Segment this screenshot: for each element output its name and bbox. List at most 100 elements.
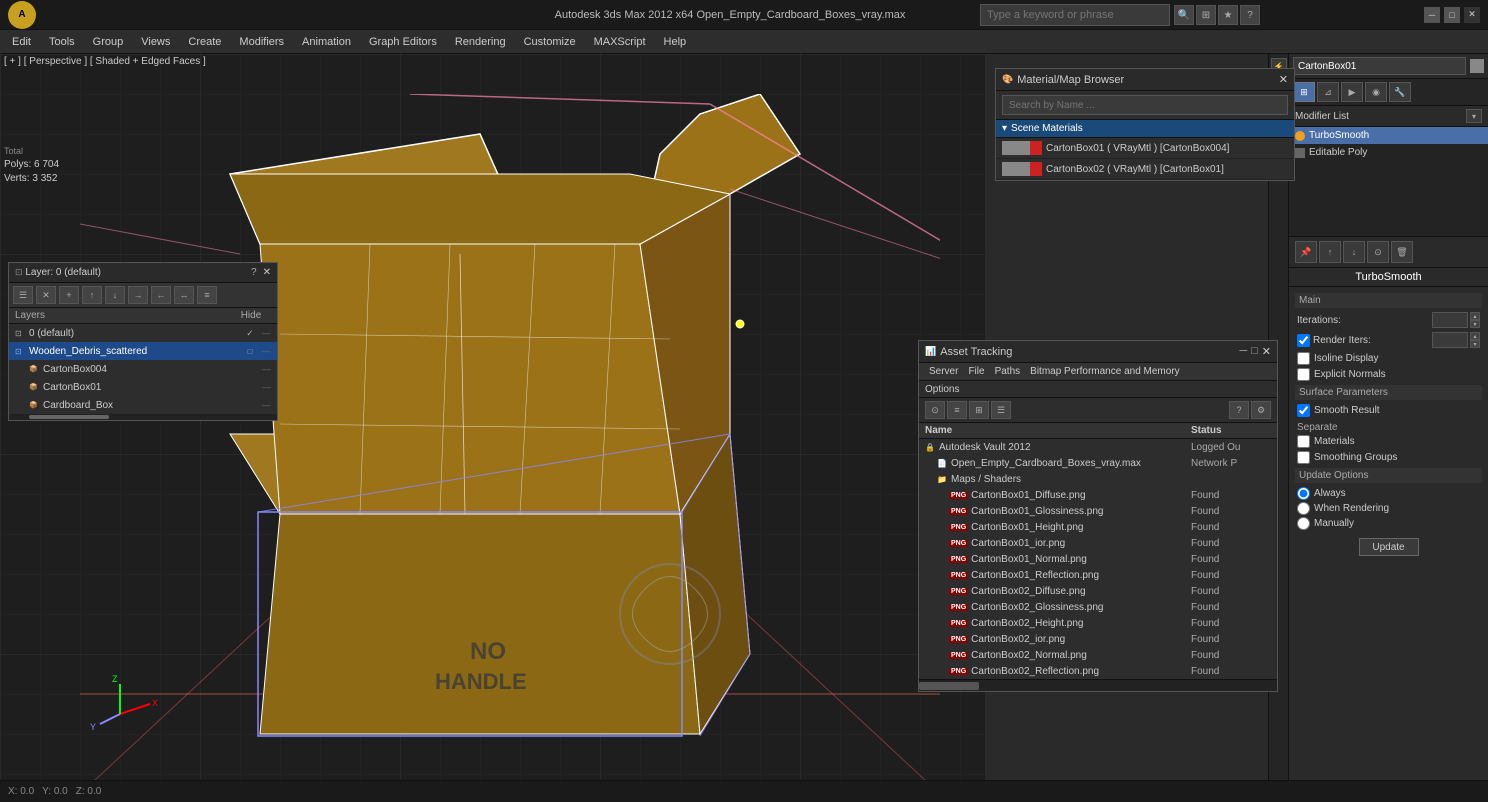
menu-views[interactable]: Views — [133, 34, 178, 50]
menu-graph-editors[interactable]: Graph Editors — [361, 34, 445, 50]
at-item-cb01-glossiness[interactable]: PNG CartonBox01_Glossiness.png Found — [919, 503, 1277, 519]
layer-select-btn[interactable]: → — [128, 286, 148, 304]
mod-move-up-btn[interactable]: ↑ — [1319, 241, 1341, 263]
maximize-button[interactable]: □ — [1444, 7, 1460, 23]
menu-create[interactable]: Create — [180, 34, 229, 50]
tab-modify[interactable]: ⊞ — [1293, 82, 1315, 102]
always-radio[interactable] — [1297, 487, 1310, 500]
update-button[interactable]: Update — [1359, 538, 1419, 556]
at-row-vault[interactable]: 🔒 Autodesk Vault 2012 Logged Ou — [919, 439, 1277, 455]
modifier-list-dropdown[interactable]: ▾ — [1466, 109, 1482, 123]
layer-options-btn[interactable]: ≡ — [197, 286, 217, 304]
layer-down-btn[interactable]: ↓ — [105, 286, 125, 304]
menu-modifiers[interactable]: Modifiers — [231, 34, 292, 50]
at-item-cb02-height[interactable]: PNG CartonBox02_Height.png Found — [919, 615, 1277, 631]
iterations-up-btn[interactable]: ▴ — [1470, 312, 1480, 320]
at-tool-btn-4[interactable]: ☰ — [991, 401, 1011, 419]
modifier-turbosmooth[interactable]: TurboSmooth — [1289, 127, 1488, 144]
when-rendering-radio[interactable] — [1297, 502, 1310, 515]
layer-delete-btn[interactable]: ✕ — [36, 286, 56, 304]
at-menu-options[interactable]: Options — [925, 384, 959, 395]
menu-tools[interactable]: Tools — [41, 34, 83, 50]
layer-row-default[interactable]: ⊡ 0 (default) ✓ — — [9, 324, 277, 342]
material-item-cartonbox01[interactable]: CartonBox01 ( VRayMtl ) [CartonBox004] — [996, 138, 1294, 159]
at-menu-bitmap[interactable]: Bitmap Performance and Memory — [1026, 365, 1184, 378]
menu-rendering[interactable]: Rendering — [447, 34, 514, 50]
mod-move-down-btn[interactable]: ↓ — [1343, 241, 1365, 263]
at-row-main-file[interactable]: 📄 Open_Empty_Cardboard_Boxes_vray.max Ne… — [919, 455, 1277, 471]
mod-delete-btn[interactable]: 🗑 — [1391, 241, 1413, 263]
isoline-checkbox[interactable] — [1297, 352, 1310, 365]
explicit-normals-checkbox[interactable] — [1297, 368, 1310, 381]
at-item-cb01-diffuse[interactable]: PNG CartonBox01_Diffuse.png Found — [919, 487, 1277, 503]
at-item-cb01-reflection[interactable]: PNG CartonBox01_Reflection.png Found — [919, 567, 1277, 583]
at-menu-server[interactable]: Server — [925, 365, 962, 378]
render-iters-up-btn[interactable]: ▴ — [1470, 332, 1480, 340]
at-item-cb02-reflection[interactable]: PNG CartonBox02_Reflection.png Found — [919, 663, 1277, 679]
asset-tracking-close[interactable]: ✕ — [1262, 345, 1271, 358]
at-menu-file[interactable]: File — [964, 365, 988, 378]
layer-add-btn[interactable]: + — [59, 286, 79, 304]
render-iters-down-btn[interactable]: ▾ — [1470, 340, 1480, 348]
layer-row-cardboard-box[interactable]: 📦 Cardboard_Box — — [9, 396, 277, 414]
material-browser-close[interactable]: ✕ — [1279, 73, 1288, 86]
at-menu-paths[interactable]: Paths — [991, 365, 1025, 378]
bookmark-icon[interactable]: ★ — [1218, 5, 1238, 25]
at-item-cb01-ior[interactable]: PNG CartonBox01_ior.png Found — [919, 535, 1277, 551]
minimize-button[interactable]: ─ — [1424, 7, 1440, 23]
at-row-maps-folder[interactable]: 📁 Maps / Shaders — [919, 471, 1277, 487]
asset-tracking-maximize[interactable]: □ — [1251, 345, 1258, 358]
at-item-cb02-glossiness[interactable]: PNG CartonBox02_Glossiness.png Found — [919, 599, 1277, 615]
material-search-input[interactable] — [1002, 95, 1288, 115]
layer-up-btn[interactable]: ↑ — [82, 286, 102, 304]
menu-customize[interactable]: Customize — [516, 34, 584, 50]
at-tool-btn-2[interactable]: ≡ — [947, 401, 967, 419]
layer-close-button[interactable]: ✕ — [263, 267, 271, 278]
render-iters-checkbox[interactable] — [1297, 334, 1310, 347]
iterations-down-btn[interactable]: ▾ — [1470, 320, 1480, 328]
layer-row-cartonbox004[interactable]: 📦 CartonBox004 — — [9, 360, 277, 378]
layer-help-button[interactable]: ? — [251, 267, 257, 278]
modifier-editable-poly[interactable]: Editable Poly — [1289, 144, 1488, 161]
mod-make-unique-btn[interactable]: ⊙ — [1367, 241, 1389, 263]
manually-radio[interactable] — [1297, 517, 1310, 530]
scene-materials-section[interactable]: ▾ Scene Materials — [996, 120, 1294, 138]
material-item-cartonbox02[interactable]: CartonBox02 ( VRayMtl ) [CartonBox01] — [996, 159, 1294, 180]
close-button[interactable]: ✕ — [1464, 7, 1480, 23]
at-tool-btn-settings[interactable]: ⚙ — [1251, 401, 1271, 419]
at-item-cb01-height[interactable]: PNG CartonBox01_Height.png Found — [919, 519, 1277, 535]
asset-tracking-minimize[interactable]: ─ — [1239, 345, 1247, 358]
iterations-input[interactable]: 0 — [1432, 312, 1468, 328]
at-scrollbar-horizontal[interactable] — [919, 679, 1277, 691]
at-item-cb02-ior[interactable]: PNG CartonBox02_ior.png Found — [919, 631, 1277, 647]
tab-hierarchy[interactable]: ⊿ — [1317, 82, 1339, 102]
object-color-swatch[interactable] — [1470, 59, 1484, 73]
tab-utilities[interactable]: 🔧 — [1389, 82, 1411, 102]
at-tool-btn-help[interactable]: ? — [1229, 401, 1249, 419]
at-item-cb01-normal[interactable]: PNG CartonBox01_Normal.png Found — [919, 551, 1277, 567]
layer-unselect-btn[interactable]: ← — [151, 286, 171, 304]
layer-row-wooden[interactable]: ⊡ Wooden_Debris_scattered □ — — [9, 342, 277, 360]
menu-maxscript[interactable]: MAXScript — [586, 34, 654, 50]
help-icon[interactable]: ? — [1240, 5, 1260, 25]
smoothing-groups-checkbox[interactable] — [1297, 451, 1310, 464]
layer-menu-btn[interactable]: ☰ — [13, 286, 33, 304]
smooth-result-checkbox[interactable] — [1297, 404, 1310, 417]
menu-animation[interactable]: Animation — [294, 34, 359, 50]
at-tool-btn-1[interactable]: ⊙ — [925, 401, 945, 419]
menu-edit[interactable]: Edit — [4, 34, 39, 50]
tab-display[interactable]: ◉ — [1365, 82, 1387, 102]
mod-pin-btn[interactable]: 📌 — [1295, 241, 1317, 263]
at-tool-btn-3[interactable]: ⊞ — [969, 401, 989, 419]
materials-checkbox[interactable] — [1297, 435, 1310, 448]
menu-help[interactable]: Help — [656, 34, 695, 50]
layer-scrollbar[interactable] — [9, 414, 277, 420]
object-name-input[interactable] — [1293, 57, 1466, 75]
at-item-cb02-normal[interactable]: PNG CartonBox02_Normal.png Found — [919, 647, 1277, 663]
render-iters-input[interactable]: 2 — [1432, 332, 1468, 348]
tab-motion[interactable]: ▶ — [1341, 82, 1363, 102]
layer-row-cartonbox01[interactable]: 📦 CartonBox01 — — [9, 378, 277, 396]
search-icon[interactable]: 🔍 — [1174, 5, 1194, 25]
menu-group[interactable]: Group — [85, 34, 132, 50]
at-item-cb02-diffuse[interactable]: PNG CartonBox02_Diffuse.png Found — [919, 583, 1277, 599]
